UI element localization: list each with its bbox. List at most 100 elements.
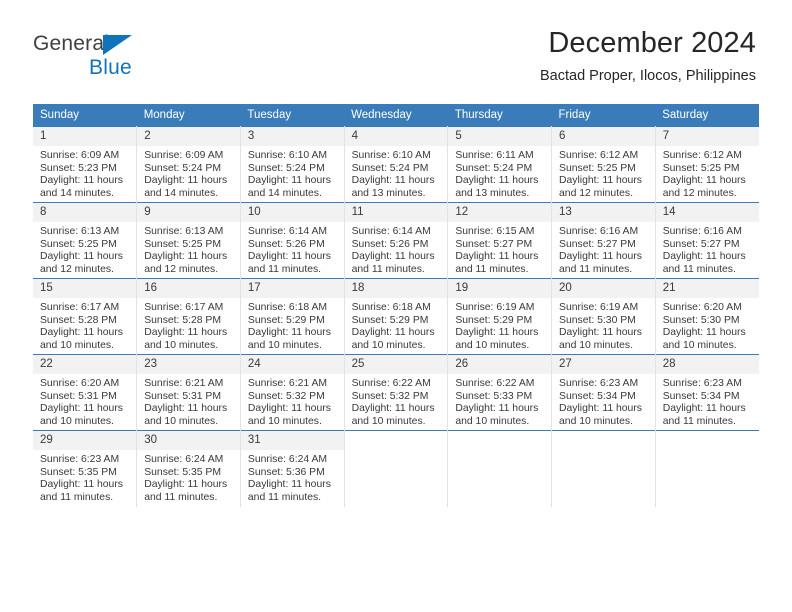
calendar-day-cell[interactable]: 19 Sunrise: 6:19 AM Sunset: 5:29 PM Dayligh…	[447, 278, 553, 355]
day-details: Sunrise: 6:11 AM Sunset: 5:24 PM Daylight:…	[448, 146, 551, 200]
day-cell-inner: 15 Sunrise: 6:17 AM Sunset: 5:28 PM Dayligh…	[33, 279, 137, 354]
calendar-day-cell[interactable]: 2 Sunrise: 6:09 AM Sunset: 5:24 PM Daylight…	[136, 126, 241, 203]
calendar-day-cell[interactable]: 29 Sunrise: 6:23 AM Sunset: 5:35 PM Dayligh…	[33, 430, 138, 507]
sunset-text: Sunset: 5:24 PM	[144, 162, 222, 174]
day-number: 30	[137, 431, 240, 450]
sunset-text: Sunset: 5:31 PM	[144, 390, 222, 402]
daylight-text-line1: Daylight: 11 hours	[40, 175, 123, 187]
calendar-day-cell[interactable]: 11 Sunrise: 6:14 AM Sunset: 5:26 PM Dayligh…	[344, 202, 449, 279]
sunrise-text: Sunrise: 6:10 AM	[247, 150, 328, 161]
calendar-day-cell[interactable]: 18 Sunrise: 6:18 AM Sunset: 5:29 PM Dayligh…	[344, 278, 449, 355]
sunrise-text: Sunrise: 6:20 AM	[40, 378, 120, 389]
calendar-day-cell[interactable]: 1 Sunrise: 6:09 AM Sunset: 5:23 PM Daylight…	[33, 126, 138, 203]
calendar-day-cell[interactable]: 22 Sunrise: 6:20 AM Sunset: 5:31 PM Dayligh…	[33, 354, 138, 431]
calendar-day-cell[interactable]: 5 Sunrise: 6:11 AM Sunset: 5:24 PM Daylight…	[447, 126, 553, 203]
daylight-text-line2: and 11 minutes.	[247, 491, 322, 503]
day-number: 5	[448, 127, 552, 146]
day-cell-inner: 3 Sunrise: 6:10 AM Sunset: 5:24 PM Daylight…	[240, 127, 344, 202]
day-cell-inner: 19 Sunrise: 6:19 AM Sunset: 5:29 PM Dayligh…	[448, 279, 552, 354]
day-cell-inner	[552, 431, 655, 507]
daylight-text-line1: Daylight: 11 hours	[40, 251, 123, 263]
daylight-text-line2: and 10 minutes.	[559, 415, 633, 427]
day-number: 14	[655, 203, 759, 222]
calendar-day-cell[interactable]: 12 Sunrise: 6:15 AM Sunset: 5:27 PM Dayligh…	[447, 202, 553, 279]
calendar-day-cell[interactable]: 23 Sunrise: 6:21 AM Sunset: 5:31 PM Dayligh…	[136, 354, 241, 431]
day-number: 4	[344, 127, 448, 146]
calendar-day-cell[interactable]: 24 Sunrise: 6:21 AM Sunset: 5:32 PM Dayligh…	[240, 354, 345, 431]
daylight-text-line2: and 11 minutes.	[144, 491, 218, 503]
day-details: Sunrise: 6:23 AM Sunset: 5:35 PM Daylight:…	[33, 450, 136, 504]
calendar-day-cell[interactable]: 6 Sunrise: 6:12 AM Sunset: 5:25 PM Daylight…	[551, 126, 656, 203]
generalblue-logo[interactable]: General Blue	[33, 32, 233, 84]
daylight-text-line1: Daylight: 11 hours	[662, 175, 746, 187]
sunset-text: Sunset: 5:31 PM	[40, 390, 117, 402]
day-cell-inner: 24 Sunrise: 6:21 AM Sunset: 5:32 PM Dayligh…	[240, 355, 344, 430]
day-cell-inner: 16 Sunrise: 6:17 AM Sunset: 5:28 PM Dayligh…	[137, 279, 240, 354]
calendar-page: General Blue December 2024 Bactad Proper…	[0, 0, 792, 612]
day-details: Sunrise: 6:19 AM Sunset: 5:30 PM Daylight:…	[552, 298, 655, 352]
day-cell-inner: 1 Sunrise: 6:09 AM Sunset: 5:23 PM Daylight…	[33, 127, 137, 202]
calendar-day-cell[interactable]: 17 Sunrise: 6:18 AM Sunset: 5:29 PM Dayligh…	[240, 278, 345, 355]
day-number: 9	[137, 203, 240, 222]
daylight-text-line2: and 14 minutes.	[40, 187, 114, 199]
day-cell-inner: 20 Sunrise: 6:19 AM Sunset: 5:30 PM Dayligh…	[552, 279, 655, 354]
daylight-text-line2: and 12 minutes.	[559, 187, 633, 199]
calendar-day-cell[interactable]: 8 Sunrise: 6:13 AM Sunset: 5:25 PM Daylight…	[33, 202, 138, 279]
day-details: Sunrise: 6:24 AM Sunset: 5:36 PM Daylight:…	[241, 450, 344, 504]
daylight-text-line2: and 11 minutes.	[247, 263, 322, 275]
day-cell-inner: 26 Sunrise: 6:22 AM Sunset: 5:33 PM Dayligh…	[448, 355, 552, 430]
day-number	[552, 431, 655, 450]
sunset-text: Sunset: 5:24 PM	[455, 162, 533, 174]
day-number	[448, 431, 551, 450]
calendar-day-cell[interactable]: 27 Sunrise: 6:23 AM Sunset: 5:34 PM Dayligh…	[551, 354, 656, 431]
sunset-text: Sunset: 5:29 PM	[351, 314, 429, 326]
daylight-text-line1: Daylight: 11 hours	[247, 403, 331, 415]
calendar-day-cell[interactable]: 3 Sunrise: 6:10 AM Sunset: 5:24 PM Daylight…	[240, 126, 345, 203]
daylight-text-line1: Daylight: 11 hours	[559, 403, 642, 415]
sunset-text: Sunset: 5:27 PM	[455, 238, 533, 250]
day-number	[656, 431, 759, 450]
sunset-text: Sunset: 5:27 PM	[559, 238, 636, 250]
calendar-day-cell[interactable]: 31 Sunrise: 6:24 AM Sunset: 5:36 PM Dayligh…	[240, 430, 345, 507]
calendar-day-cell[interactable]: 15 Sunrise: 6:17 AM Sunset: 5:28 PM Dayligh…	[33, 278, 138, 355]
calendar-day-cell[interactable]: 28 Sunrise: 6:23 AM Sunset: 5:34 PM Dayligh…	[655, 354, 759, 431]
calendar-day-cell[interactable]: 30 Sunrise: 6:24 AM Sunset: 5:35 PM Dayligh…	[136, 430, 241, 507]
calendar-day-cell[interactable]: 21 Sunrise: 6:20 AM Sunset: 5:30 PM Dayligh…	[655, 278, 759, 355]
logo-text-general: General	[33, 32, 110, 55]
calendar-day-cell[interactable]: 14 Sunrise: 6:16 AM Sunset: 5:27 PM Dayligh…	[655, 202, 759, 279]
calendar-day-cell[interactable]: 4 Sunrise: 6:10 AM Sunset: 5:24 PM Daylight…	[344, 126, 449, 203]
day-cell-inner: 30 Sunrise: 6:24 AM Sunset: 5:35 PM Dayligh…	[137, 431, 240, 507]
day-details: Sunrise: 6:09 AM Sunset: 5:24 PM Daylight:…	[137, 146, 240, 200]
sunset-text: Sunset: 5:29 PM	[455, 314, 533, 326]
daylight-text-line1: Daylight: 11 hours	[351, 327, 435, 339]
daylight-text-line1: Daylight: 11 hours	[144, 251, 228, 263]
daylight-text-line2: and 12 minutes.	[144, 263, 219, 275]
day-cell-inner: 8 Sunrise: 6:13 AM Sunset: 5:25 PM Daylight…	[33, 203, 137, 278]
day-cell-inner: 31 Sunrise: 6:24 AM Sunset: 5:36 PM Dayligh…	[240, 431, 344, 507]
daylight-text-line1: Daylight: 11 hours	[247, 327, 331, 339]
day-number: 20	[552, 279, 655, 298]
sunset-text: Sunset: 5:23 PM	[40, 162, 117, 174]
sunset-text: Sunset: 5:24 PM	[247, 162, 325, 174]
calendar-day-cell[interactable]: 25 Sunrise: 6:22 AM Sunset: 5:32 PM Dayligh…	[344, 354, 449, 431]
sunrise-text: Sunrise: 6:19 AM	[559, 302, 639, 313]
day-details: Sunrise: 6:16 AM Sunset: 5:27 PM Daylight:…	[656, 222, 759, 276]
calendar-day-cell[interactable]: 13 Sunrise: 6:16 AM Sunset: 5:27 PM Dayligh…	[551, 202, 656, 279]
day-number: 6	[552, 127, 655, 146]
calendar-day-cell[interactable]: 20 Sunrise: 6:19 AM Sunset: 5:30 PM Dayligh…	[551, 278, 656, 355]
calendar-day-cell[interactable]: 16 Sunrise: 6:17 AM Sunset: 5:28 PM Dayligh…	[136, 278, 241, 355]
day-cell-inner	[345, 431, 448, 507]
calendar-day-cell[interactable]: 26 Sunrise: 6:22 AM Sunset: 5:33 PM Dayligh…	[447, 354, 553, 431]
day-number: 31	[240, 431, 344, 450]
daylight-text-line1: Daylight: 11 hours	[40, 479, 123, 491]
day-details: Sunrise: 6:10 AM Sunset: 5:24 PM Daylight:…	[345, 146, 448, 200]
sunset-text: Sunset: 5:27 PM	[662, 238, 740, 250]
sunrise-text: Sunrise: 6:16 AM	[559, 226, 639, 237]
day-details: Sunrise: 6:18 AM Sunset: 5:29 PM Daylight:…	[241, 298, 344, 352]
day-number: 21	[655, 279, 759, 298]
sunset-text: Sunset: 5:24 PM	[351, 162, 429, 174]
calendar-day-cell[interactable]: 7 Sunrise: 6:12 AM Sunset: 5:25 PM Daylight…	[655, 126, 759, 203]
calendar-body: 1 Sunrise: 6:09 AM Sunset: 5:23 PM Daylight…	[33, 126, 759, 507]
calendar-day-cell[interactable]: 10 Sunrise: 6:14 AM Sunset: 5:26 PM Dayligh…	[240, 202, 345, 279]
calendar-day-cell[interactable]: 9 Sunrise: 6:13 AM Sunset: 5:25 PM Daylight…	[136, 202, 241, 279]
